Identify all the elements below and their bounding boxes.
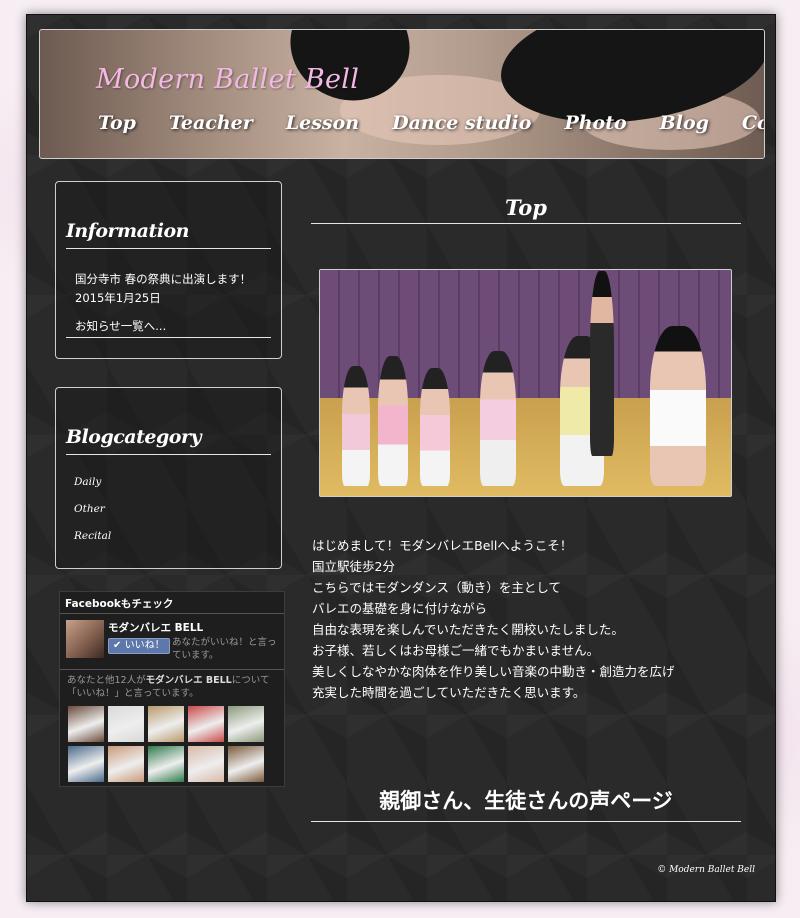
friend-avatar[interactable] bbox=[228, 746, 264, 782]
friend-avatar[interactable] bbox=[108, 706, 144, 742]
friend-avatar[interactable] bbox=[68, 706, 104, 742]
like-note: あなたがいいね！と言っています。 bbox=[172, 637, 277, 661]
nav-top[interactable]: Top bbox=[98, 112, 136, 134]
intro-text: はじめまして！モダンバレエBellへようこそ！ 国立駅徒歩2分 こちらではモダン… bbox=[312, 538, 675, 700]
page-title: Top bbox=[505, 195, 547, 220]
nav-blog[interactable]: Blog bbox=[660, 112, 709, 134]
friend-avatar[interactable] bbox=[188, 706, 224, 742]
divider bbox=[311, 821, 741, 822]
voices-page-link[interactable]: 親御さん、生徒さんの声ページ bbox=[311, 785, 741, 815]
news-more-link[interactable]: お知らせ一覧へ... bbox=[75, 317, 166, 336]
nav-teacher[interactable]: Teacher bbox=[169, 112, 253, 134]
friend-avatar[interactable] bbox=[108, 746, 144, 782]
category-daily[interactable]: Daily bbox=[74, 476, 101, 488]
blogcategory-box: Blogcategory Daily Other Recital bbox=[55, 387, 282, 569]
friend-avatar-grid bbox=[68, 706, 264, 782]
divider bbox=[66, 454, 271, 455]
blogcategory-title: Blogcategory bbox=[66, 426, 202, 448]
friends-like-text: あなたと他12人がモダンバレエ BELLについて「いいね！」と言っています。 bbox=[67, 675, 270, 699]
main-nav: Top Teacher Lesson Dance studio Photo Bl… bbox=[98, 112, 764, 134]
check-icon: ✔ bbox=[113, 640, 122, 651]
site-title[interactable]: Modern Ballet Bell bbox=[96, 64, 359, 95]
information-title: Information bbox=[66, 220, 189, 242]
category-recital[interactable]: Recital bbox=[74, 530, 111, 542]
information-box: Information 国分寺市 春の祭典に出演します！ 2015年1月25日 … bbox=[55, 181, 282, 359]
divider bbox=[66, 337, 271, 338]
news-item-date: 2015年1月25日 bbox=[75, 291, 161, 305]
friend-avatar[interactable] bbox=[148, 706, 184, 742]
facebook-heading: Facebookもチェック bbox=[60, 592, 284, 614]
page-container: Modern Ballet Bell Top Teacher Lesson Da… bbox=[26, 14, 776, 902]
category-other[interactable]: Other bbox=[74, 503, 105, 515]
news-item-text[interactable]: 国分寺市 春の祭典に出演します！ bbox=[75, 270, 251, 289]
nav-lesson[interactable]: Lesson bbox=[286, 112, 359, 134]
friend-avatar[interactable] bbox=[228, 706, 264, 742]
facebook-page-name[interactable]: モダンバレエ BELL bbox=[108, 620, 203, 635]
facebook-page-card: モダンバレエ BELL ✔ いいね！ あなたがいいね！と言っています。 bbox=[66, 620, 280, 668]
page-thumbnail[interactable] bbox=[66, 620, 104, 658]
like-button[interactable]: ✔ いいね！ bbox=[108, 638, 170, 654]
divider bbox=[66, 248, 271, 249]
nav-dance-studio[interactable]: Dance studio bbox=[392, 112, 531, 134]
divider bbox=[60, 669, 284, 670]
copyright: © Modern Ballet Bell bbox=[657, 865, 755, 875]
lesson-photo bbox=[319, 269, 732, 497]
friend-avatar[interactable] bbox=[148, 746, 184, 782]
nav-photo[interactable]: Photo bbox=[564, 112, 626, 134]
divider bbox=[311, 223, 741, 224]
nav-contact[interactable]: Contact bbox=[742, 112, 764, 134]
header-banner: Modern Ballet Bell Top Teacher Lesson Da… bbox=[39, 29, 765, 159]
friend-avatar[interactable] bbox=[68, 746, 104, 782]
friend-avatar[interactable] bbox=[188, 746, 224, 782]
like-button-label: いいね！ bbox=[124, 640, 165, 651]
facebook-widget: Facebookもチェック モダンバレエ BELL ✔ いいね！ あなたがいいね… bbox=[59, 591, 285, 787]
